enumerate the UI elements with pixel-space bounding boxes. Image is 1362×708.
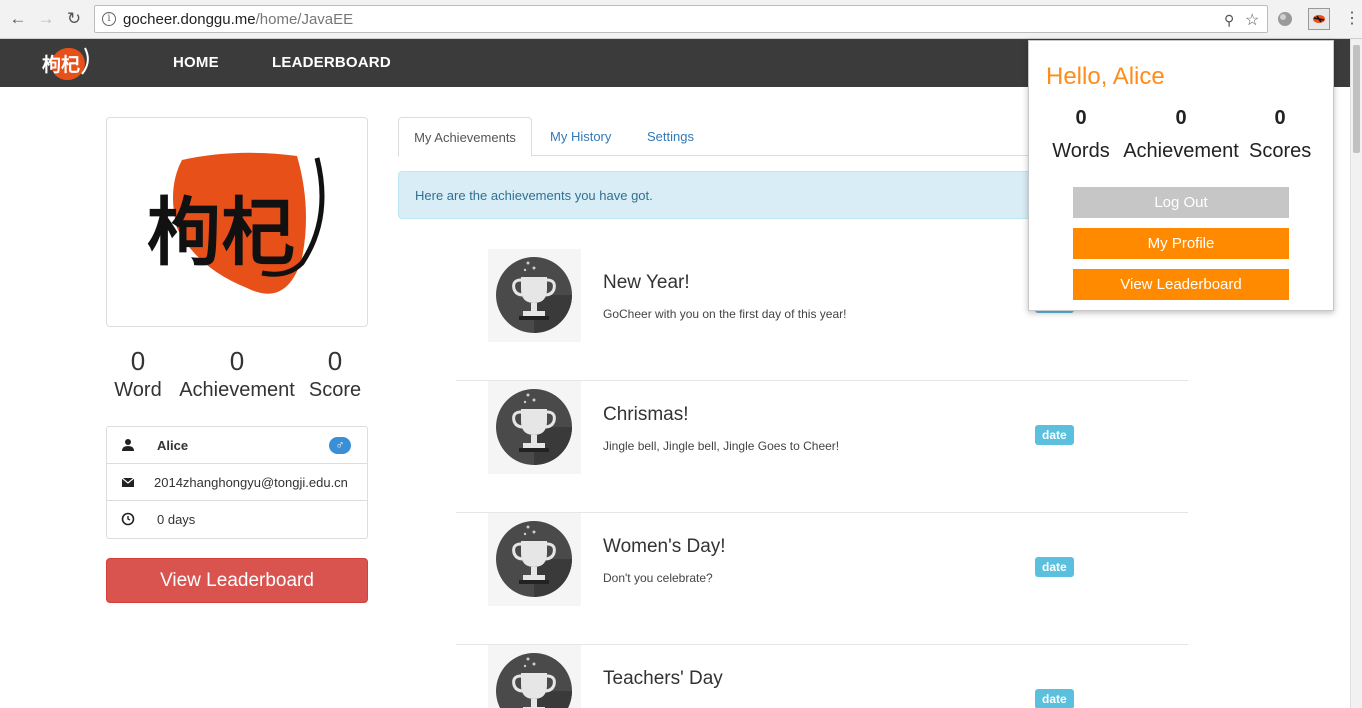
date-badge: date — [1035, 689, 1074, 708]
gocheer-logo-icon[interactable]: 枸杞 — [38, 42, 92, 84]
view-leaderboard-button[interactable]: View Leaderboard — [106, 558, 368, 603]
profile-name-row: Alice ♂ — [107, 427, 367, 464]
svg-text:枸杞: 枸杞 — [42, 53, 80, 76]
profile-email: 2014zhanghongyu@tongji.edu.cn — [154, 475, 348, 490]
extension-popup: Hello, Alice 0 Words 0 Achievement 0 Sco… — [1028, 40, 1334, 311]
achievement-title: Women's Day! — [603, 536, 726, 557]
nav-leaderboard-link[interactable]: LEADERBOARD — [272, 54, 391, 71]
date-badge: date — [1035, 425, 1074, 445]
profile-days-row: 0 days — [107, 501, 367, 538]
tab-settings[interactable]: Settings — [647, 117, 694, 156]
profile-name: Alice — [157, 438, 189, 453]
trophy-icon — [488, 249, 581, 342]
user-icon — [122, 439, 134, 451]
address-bar[interactable]: i gocheer.donggu.me/home/JavaEE ⚲ ☆ — [94, 5, 1268, 33]
my-profile-button[interactable]: My Profile — [1073, 228, 1289, 259]
log-out-button[interactable]: Log Out — [1073, 187, 1289, 218]
achievement-title: Chrismas! — [603, 404, 689, 425]
achievement-item: Chrismas! Jingle bell, Jingle bell, Jing… — [456, 381, 1188, 513]
tab-my-history[interactable]: My History — [550, 117, 611, 156]
stat-achievement: 0 Achievement — [179, 346, 295, 401]
popup-stat-words: 0 Words — [1052, 107, 1110, 162]
profile-info-list: Alice ♂ 2014zhanghongyu@tongji.edu.cn 0 … — [106, 426, 368, 539]
extension-globe-icon[interactable] — [1276, 10, 1294, 28]
back-arrow-icon[interactable]: ← — [8, 9, 28, 29]
gocheer-avatar-logo: 枸杞 — [147, 152, 325, 294]
envelope-icon — [121, 477, 135, 487]
clock-icon — [121, 512, 135, 526]
achievement-title: New Year! — [603, 272, 690, 293]
site-info-icon[interactable]: i — [102, 12, 116, 26]
achievement-desc: Don't you celebrate? — [603, 571, 713, 585]
gender-male-icon: ♂ — [329, 437, 351, 454]
key-icon[interactable]: ⚲ — [1224, 12, 1234, 29]
scrollbar-thumb[interactable] — [1353, 45, 1360, 153]
profile-tabs: My Achievements My History Settings — [398, 117, 1098, 157]
trophy-icon — [488, 645, 581, 708]
nav-home-link[interactable]: HOME — [173, 54, 219, 71]
achievement-title: Teachers' Day — [603, 668, 723, 689]
svg-text:枸杞: 枸杞 — [147, 190, 295, 276]
achievements-alert: Here are the achievements you have got. — [398, 171, 1098, 219]
reload-icon[interactable]: ↻ — [64, 9, 84, 29]
achievement-item: Women's Day! Don't you celebrate? date — [456, 513, 1188, 645]
browser-menu-icon[interactable]: ⋮ — [1344, 9, 1360, 29]
star-icon[interactable]: ☆ — [1245, 10, 1259, 30]
date-badge: date — [1035, 557, 1074, 577]
profile-days: 0 days — [157, 512, 196, 527]
trophy-icon — [488, 513, 581, 606]
achievement-desc: Jingle bell, Jingle bell, Jingle Goes to… — [603, 439, 840, 453]
forward-arrow-icon[interactable]: → — [36, 9, 56, 29]
browser-toolbar: ← → ↻ i gocheer.donggu.me/home/JavaEE ⚲ … — [0, 0, 1362, 39]
profile-avatar: 枸杞 — [106, 117, 368, 327]
achievement-desc: GoCheer with you on the first day of thi… — [603, 307, 847, 321]
tab-my-achievements[interactable]: My Achievements — [398, 117, 532, 157]
popup-greeting: Hello, Alice — [1046, 63, 1165, 90]
stat-words: 0 Word — [114, 346, 162, 401]
achievement-item: Teachers' Day date — [456, 645, 1188, 708]
profile-email-row: 2014zhanghongyu@tongji.edu.cn — [107, 464, 367, 501]
popup-stat-scores: 0 Scores — [1249, 107, 1312, 162]
popup-view-leaderboard-button[interactable]: View Leaderboard — [1073, 269, 1289, 300]
popup-stat-achievement: 0 Achievement — [1123, 107, 1239, 162]
url-text: gocheer.donggu.me/home/JavaEE — [123, 11, 354, 28]
trophy-icon — [488, 381, 581, 474]
stat-score: 0 Score — [308, 346, 362, 401]
page-scrollbar[interactable] — [1350, 39, 1362, 708]
gocheer-extension-icon[interactable] — [1308, 8, 1330, 30]
